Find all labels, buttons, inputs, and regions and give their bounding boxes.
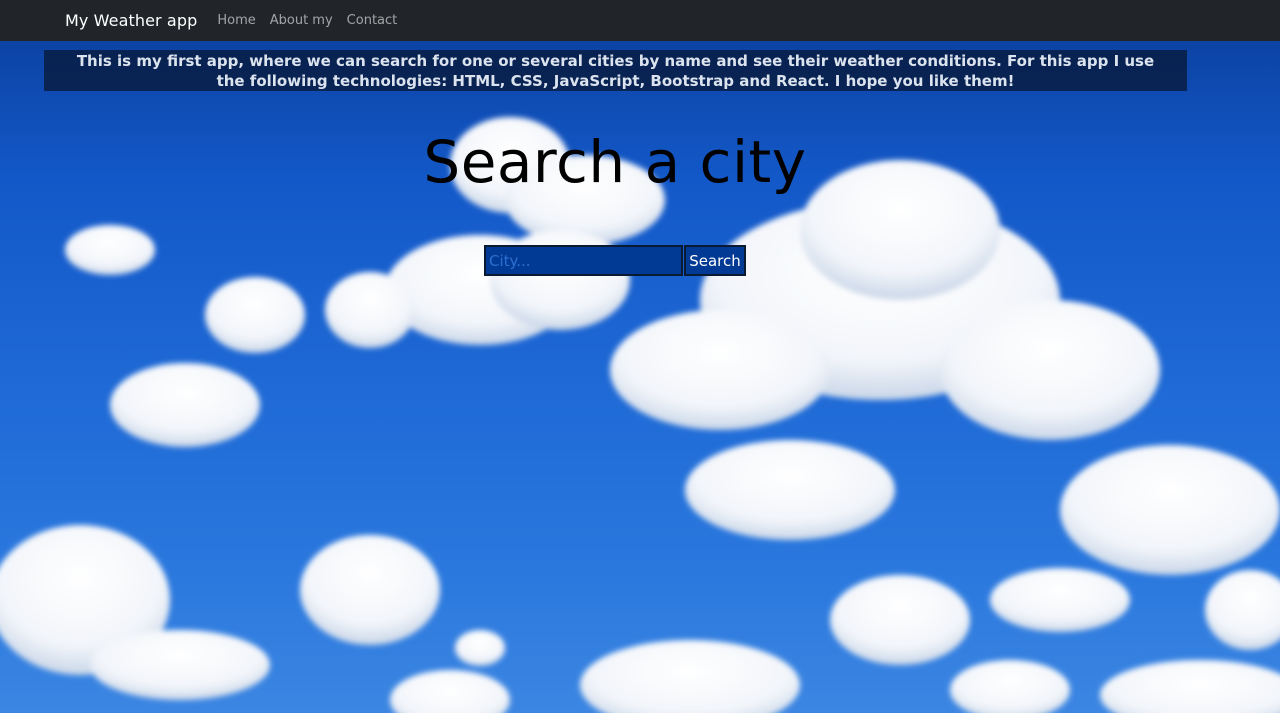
search-button[interactable]: Search [684, 245, 746, 276]
nav-link-contact[interactable]: Contact [347, 13, 398, 28]
cloud-large-right [610, 160, 1160, 440]
brand-link[interactable]: My Weather app [65, 11, 197, 30]
cloud-middle [685, 440, 1280, 650]
intro-banner: This is my first app, where we can searc… [44, 50, 1187, 91]
top-navbar: My Weather app Home About my Contact [0, 0, 1280, 41]
nav-link-about[interactable]: About my [270, 13, 333, 28]
cloud-small-left [65, 225, 305, 447]
nav-link-home[interactable]: Home [217, 13, 255, 28]
sky-background-image [0, 117, 1280, 713]
search-form: Search [484, 245, 746, 276]
city-search-input[interactable] [484, 245, 683, 276]
page-title: Search a city [423, 128, 807, 196]
